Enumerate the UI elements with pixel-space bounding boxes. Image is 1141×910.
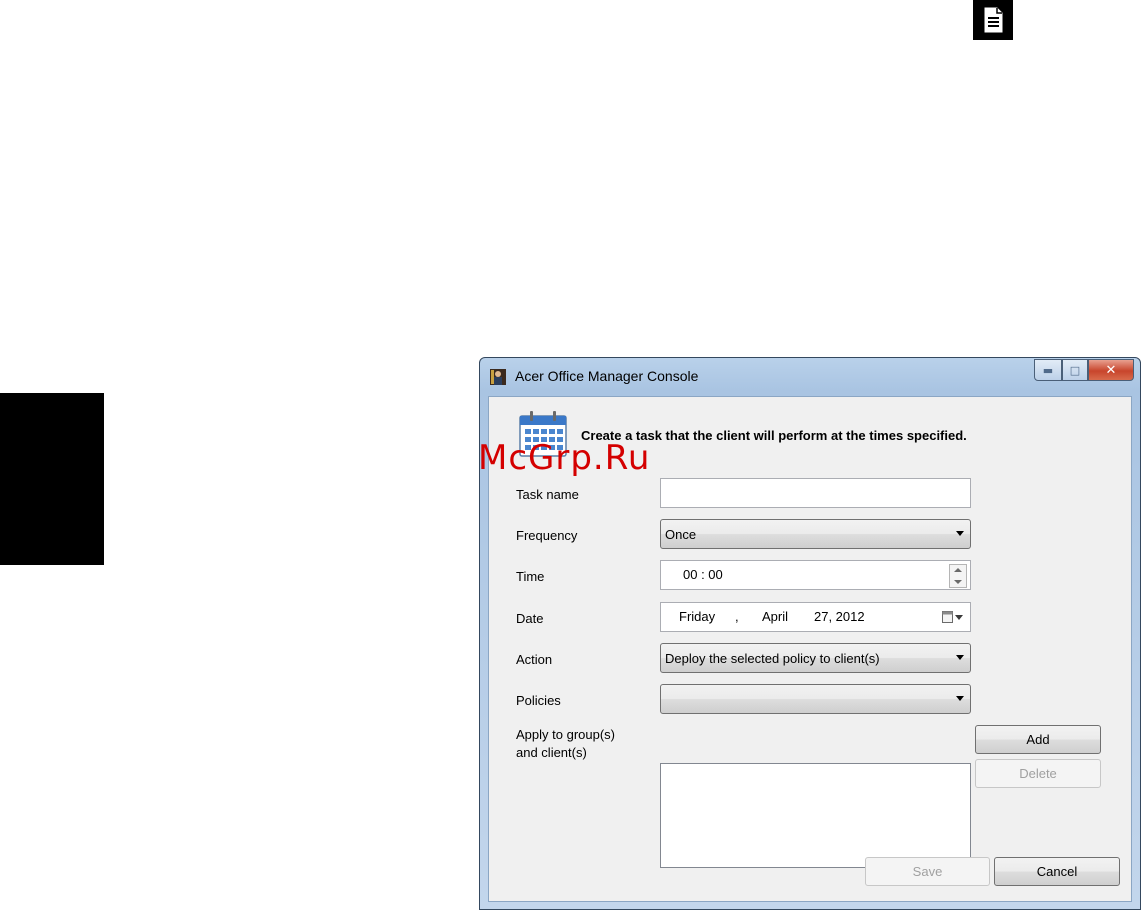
side-tab-marker bbox=[0, 393, 104, 565]
chevron-down-icon bbox=[956, 531, 964, 536]
watermark-text: McGrp.Ru bbox=[478, 438, 651, 478]
spin-down-icon[interactable] bbox=[954, 580, 962, 584]
add-button[interactable]: Add bbox=[975, 725, 1101, 754]
time-spinner[interactable] bbox=[949, 564, 967, 588]
maximize-button[interactable]: □ bbox=[1062, 359, 1088, 381]
date-day-year[interactable]: 27, 2012 bbox=[814, 609, 865, 624]
action-value: Deploy the selected policy to client(s) bbox=[665, 650, 880, 666]
apply-label-line1: Apply to group(s) bbox=[516, 727, 615, 742]
calendar-dropdown-icon[interactable] bbox=[942, 611, 964, 627]
time-label: Time bbox=[516, 569, 545, 584]
maximize-icon: □ bbox=[1069, 363, 1081, 377]
frequency-label: Frequency bbox=[516, 528, 578, 543]
document-icon bbox=[973, 0, 1013, 40]
policies-select[interactable] bbox=[660, 684, 971, 714]
spin-up-icon[interactable] bbox=[954, 568, 962, 572]
chevron-down-icon bbox=[956, 696, 964, 701]
date-label: Date bbox=[516, 611, 544, 626]
date-month[interactable]: April bbox=[762, 609, 788, 624]
cancel-button[interactable]: Cancel bbox=[994, 857, 1120, 886]
minimize-button[interactable]: ▬ bbox=[1034, 359, 1062, 381]
task-name-label: Task name bbox=[516, 487, 579, 502]
date-day[interactable]: Friday bbox=[679, 609, 715, 624]
date-picker[interactable]: Friday , April 27, 2012 bbox=[660, 602, 971, 632]
frequency-select[interactable]: Once bbox=[660, 519, 971, 549]
policies-label: Policies bbox=[516, 693, 561, 708]
frequency-value: Once bbox=[665, 526, 697, 542]
minimize-icon: ▬ bbox=[1042, 363, 1054, 377]
date-separator: , bbox=[735, 609, 739, 624]
time-value: 00 : 00 bbox=[683, 567, 723, 582]
save-button[interactable]: Save bbox=[865, 857, 990, 886]
title-bar[interactable]: Acer Office Manager Console ▬ □ ✕ bbox=[480, 358, 1140, 396]
apply-label-line2: and client(s) bbox=[516, 745, 587, 760]
delete-button[interactable]: Delete bbox=[975, 759, 1101, 788]
close-icon: ✕ bbox=[1105, 362, 1117, 378]
close-button[interactable]: ✕ bbox=[1088, 359, 1134, 381]
task-name-input[interactable] bbox=[660, 478, 971, 508]
window-controls: ▬ □ ✕ bbox=[1034, 359, 1134, 381]
action-select[interactable]: Deploy the selected policy to client(s) bbox=[660, 643, 971, 673]
chevron-down-icon bbox=[956, 655, 964, 660]
apply-label: Apply to group(s) and client(s) bbox=[516, 726, 615, 762]
time-picker[interactable]: 00 : 00 bbox=[660, 560, 971, 590]
action-label: Action bbox=[516, 652, 553, 667]
app-icon bbox=[488, 367, 508, 387]
window-title: Acer Office Manager Console bbox=[515, 368, 699, 384]
group-client-list[interactable] bbox=[660, 763, 971, 868]
